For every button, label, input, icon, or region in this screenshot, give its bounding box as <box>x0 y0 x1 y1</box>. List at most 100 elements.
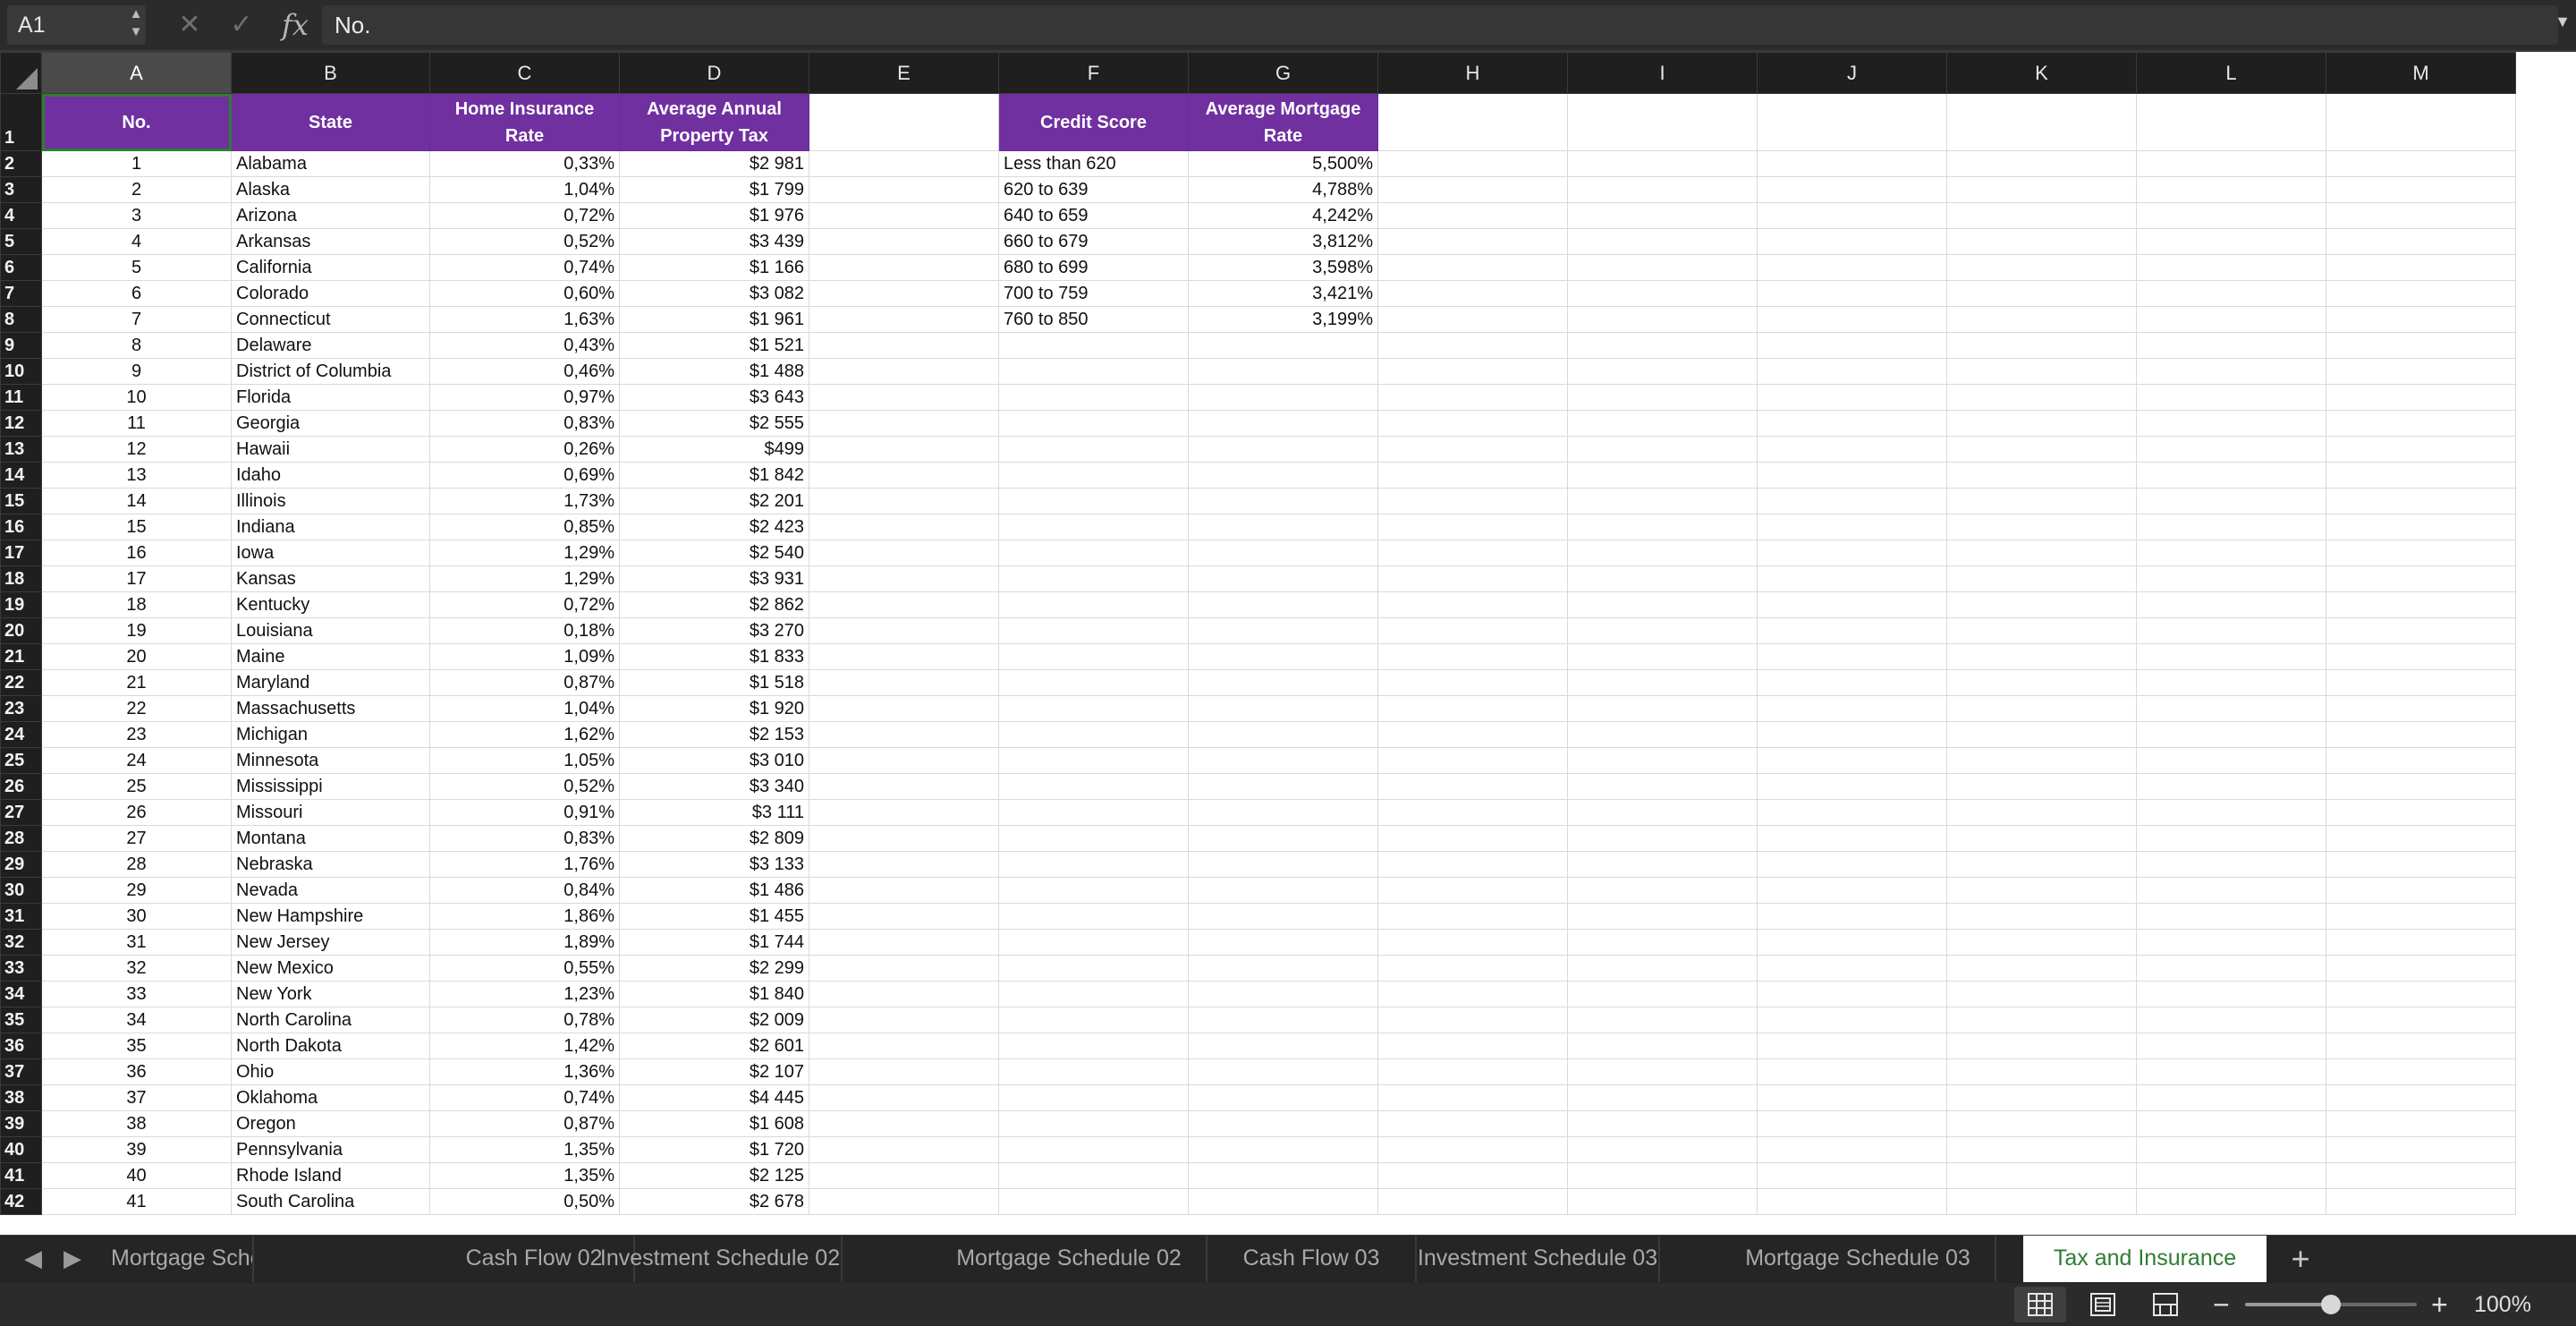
cell[interactable] <box>2326 280 2516 307</box>
cell-no[interactable]: 18 <box>41 591 232 618</box>
zoom-slider[interactable] <box>2245 1295 2417 1314</box>
cell-no[interactable]: 25 <box>41 773 232 800</box>
cell[interactable] <box>809 643 999 670</box>
cell[interactable] <box>1567 591 1758 618</box>
cell[interactable] <box>1946 591 2137 618</box>
page-break-view-icon[interactable] <box>2140 1287 2191 1322</box>
cell-no[interactable]: 35 <box>41 1033 232 1059</box>
cell[interactable] <box>1946 280 2137 307</box>
cell[interactable] <box>1757 877 1947 904</box>
cell-state[interactable]: Connecticut <box>231 306 430 333</box>
cell[interactable] <box>1567 929 1758 956</box>
cell[interactable] <box>2326 1084 2516 1111</box>
row-header[interactable]: 32 <box>0 929 42 956</box>
cell[interactable] <box>1757 384 1947 411</box>
cell[interactable] <box>1567 1084 1758 1111</box>
cell[interactable] <box>2326 150 2516 177</box>
cell[interactable] <box>2326 669 2516 696</box>
cell[interactable] <box>809 254 999 281</box>
cell-no[interactable]: 22 <box>41 695 232 722</box>
cell[interactable] <box>1757 436 1947 463</box>
cell-home-insurance-rate[interactable]: 1,04% <box>429 176 620 203</box>
cell[interactable] <box>1567 202 1758 229</box>
cell[interactable] <box>1188 929 1378 956</box>
row-header[interactable]: 29 <box>0 851 42 878</box>
cell[interactable] <box>1567 825 1758 852</box>
cell[interactable] <box>809 1058 999 1085</box>
cell[interactable] <box>2326 695 2516 722</box>
cell-property-tax[interactable]: $1 455 <box>619 903 809 930</box>
cell[interactable] <box>1946 150 2137 177</box>
cell[interactable] <box>1567 773 1758 800</box>
cell[interactable] <box>809 1162 999 1189</box>
cell[interactable] <box>2136 202 2326 229</box>
cell[interactable] <box>1377 1110 1568 1137</box>
cell[interactable] <box>1567 332 1758 359</box>
cell-state[interactable]: Minnesota <box>231 747 430 774</box>
cell[interactable] <box>1188 825 1378 852</box>
cell-home-insurance-rate[interactable]: 0,52% <box>429 773 620 800</box>
cell[interactable] <box>1188 981 1378 1007</box>
cell[interactable] <box>2136 877 2326 904</box>
cell[interactable] <box>1188 1110 1378 1137</box>
cell[interactable] <box>1377 695 1568 722</box>
cell[interactable] <box>998 903 1189 930</box>
cell[interactable] <box>2136 150 2326 177</box>
cell-home-insurance-rate[interactable]: 0,87% <box>429 669 620 696</box>
sheet-tab-tax-and-insurance[interactable]: Tax and Insurance <box>2023 1236 2267 1282</box>
cell[interactable] <box>1188 1188 1378 1215</box>
cell-home-insurance-rate[interactable]: 0,43% <box>429 332 620 359</box>
cell-state[interactable]: Kentucky <box>231 591 430 618</box>
cell-property-tax[interactable]: $2 678 <box>619 1188 809 1215</box>
cell[interactable] <box>2326 488 2516 514</box>
cell[interactable] <box>1567 93 1758 151</box>
cell[interactable] <box>1567 150 1758 177</box>
cell[interactable] <box>998 955 1189 982</box>
cell-property-tax[interactable]: $1 720 <box>619 1136 809 1163</box>
cell[interactable] <box>1377 540 1568 566</box>
cell[interactable] <box>1946 254 2137 281</box>
cell-no[interactable]: 38 <box>41 1110 232 1137</box>
cell-no[interactable]: 4 <box>41 228 232 255</box>
cell[interactable] <box>1946 540 2137 566</box>
cell[interactable] <box>1946 202 2137 229</box>
cell-no[interactable]: 34 <box>41 1007 232 1033</box>
cell[interactable] <box>1946 747 2137 774</box>
cell-home-insurance-rate[interactable]: 1,35% <box>429 1136 620 1163</box>
cell[interactable] <box>1946 1162 2137 1189</box>
cell-home-insurance-rate[interactable]: 0,84% <box>429 877 620 904</box>
row-header[interactable]: 40 <box>0 1136 42 1163</box>
cell[interactable] <box>1757 358 1947 385</box>
insert-function-icon[interactable]: fx <box>277 5 313 45</box>
cell[interactable] <box>1757 1110 1947 1137</box>
cell-state[interactable]: New Jersey <box>231 929 430 956</box>
cell-home-insurance-rate[interactable]: 1,76% <box>429 851 620 878</box>
cell-home-insurance-rate[interactable]: 1,62% <box>429 721 620 748</box>
cell-mortgage-rate[interactable]: 3,199% <box>1188 306 1378 333</box>
cell-state[interactable]: Delaware <box>231 332 430 359</box>
cell-state[interactable]: Oregon <box>231 1110 430 1137</box>
cell[interactable] <box>1946 1110 2137 1137</box>
cell[interactable] <box>1567 254 1758 281</box>
row-header[interactable]: 20 <box>0 617 42 644</box>
sheet-tab-cash-flow-03[interactable]: Cash Flow 03 <box>1208 1236 1417 1282</box>
cell[interactable] <box>809 591 999 618</box>
cell-state[interactable]: New York <box>231 981 430 1007</box>
cell[interactable] <box>809 565 999 592</box>
cell[interactable] <box>1377 332 1568 359</box>
cell-property-tax[interactable]: $1 840 <box>619 981 809 1007</box>
row-header[interactable]: 26 <box>0 773 42 800</box>
cell-home-insurance-rate[interactable]: 0,83% <box>429 410 620 437</box>
cell-no[interactable]: 13 <box>41 462 232 489</box>
cell-state[interactable]: Oklahoma <box>231 1084 430 1111</box>
cell[interactable] <box>2326 955 2516 982</box>
cell[interactable] <box>1377 488 1568 514</box>
cell[interactable] <box>809 540 999 566</box>
cell-home-insurance-rate[interactable]: 0,74% <box>429 1084 620 1111</box>
cell[interactable] <box>809 384 999 411</box>
cell-property-tax[interactable]: $2 201 <box>619 488 809 514</box>
cell[interactable] <box>1188 669 1378 696</box>
cell-property-tax[interactable]: $3 643 <box>619 384 809 411</box>
cell-property-tax[interactable]: $2 009 <box>619 1007 809 1033</box>
cell[interactable] <box>809 228 999 255</box>
